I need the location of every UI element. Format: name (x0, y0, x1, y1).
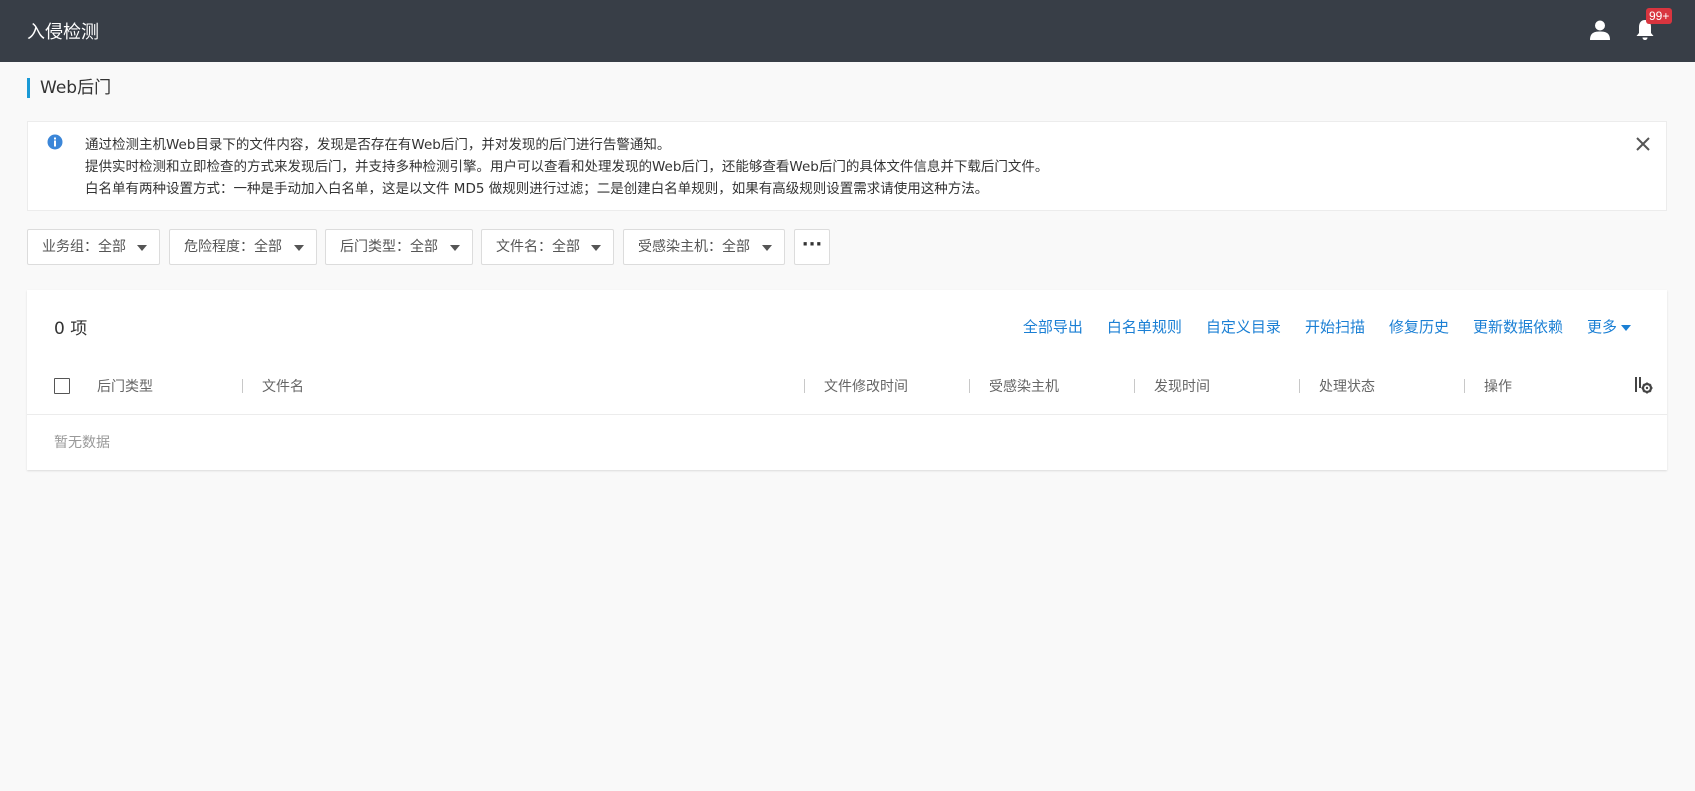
whitelist-rules-button[interactable]: 白名单规则 (1107, 316, 1182, 337)
close-icon[interactable] (1633, 134, 1653, 154)
column-header-infected-host[interactable]: 受感染主机 (989, 376, 1059, 396)
user-icon[interactable] (1589, 19, 1611, 41)
empty-state-text: 暂无数据 (54, 435, 110, 451)
filter-label: 文件名：全部 (496, 239, 580, 255)
select-all-checkbox[interactable] (54, 378, 70, 394)
filter-business-group[interactable]: 业务组：全部 (27, 229, 160, 265)
column-divider[interactable] (1299, 379, 1300, 393)
notification-badge[interactable]: 99+ (1646, 8, 1673, 24)
column-header-actions: 操作 (1484, 379, 1512, 395)
table-header: 后门类型 文件名 文件修改时间 受感染主机 发现时间 处理状态 操作 (27, 370, 1667, 415)
top-header: 入侵检测 99+ (0, 0, 1695, 62)
info-banner: 通过检测主机Web目录下的文件内容，发现是否存在有Web后门，并对发现的后门进行… (27, 121, 1667, 211)
caret-down-icon (450, 245, 460, 251)
fix-history-button[interactable]: 修复历史 (1389, 316, 1449, 337)
column-header-backdoor-type[interactable]: 后门类型 (97, 376, 153, 396)
start-scan-button[interactable]: 开始扫描 (1305, 316, 1365, 337)
column-header-discovery-time[interactable]: 发现时间 (1154, 376, 1210, 396)
table-actions: 全部导出 白名单规则 自定义目录 开始扫描 修复历史 更新数据依赖 更多 (999, 316, 1631, 337)
caret-down-icon (294, 245, 304, 251)
caret-down-icon (762, 245, 772, 251)
item-count: 0 项 (54, 319, 88, 339)
app-title: 入侵检测 (27, 22, 99, 43)
column-divider[interactable] (969, 379, 970, 393)
info-line-1: 通过检测主机Web目录下的文件内容，发现是否存在有Web后门，并对发现的后门进行… (85, 137, 671, 153)
update-data-deps-button[interactable]: 更新数据依赖 (1473, 316, 1563, 337)
more-filters-button[interactable]: ··· (794, 229, 830, 265)
table-card: 0 项 全部导出 白名单规则 自定义目录 开始扫描 修复历史 更新数据依赖 更多 后门类型 … (27, 290, 1667, 470)
column-settings-icon[interactable] (1634, 375, 1654, 395)
info-line-2: 提供实时检测和立即检查的方式来发现后门，并支持多种检测引擎。用户可以查看和处理发… (85, 159, 1049, 175)
filter-label: 危险程度：全部 (184, 239, 282, 255)
column-divider[interactable] (1464, 379, 1465, 393)
more-dropdown[interactable]: 更多 (1587, 316, 1631, 337)
caret-down-icon (137, 245, 147, 251)
info-icon (47, 134, 63, 150)
column-header-file-name[interactable]: 文件名 (262, 376, 304, 396)
export-all-button[interactable]: 全部导出 (1023, 316, 1083, 337)
custom-directory-button[interactable]: 自定义目录 (1206, 316, 1281, 337)
filter-label: 受感染主机：全部 (638, 239, 750, 255)
filter-label: 业务组：全部 (42, 239, 126, 255)
column-divider[interactable] (1134, 379, 1135, 393)
more-label: 更多 (1586, 318, 1617, 336)
caret-down-icon (1621, 324, 1631, 331)
filter-risk-level[interactable]: 危险程度：全部 (169, 229, 317, 265)
info-line-3: 白名单有两种设置方式：一种是手动加入白名单，这是以文件 MD5 做规则进行过滤；… (85, 181, 989, 197)
column-divider[interactable] (804, 379, 805, 393)
filter-label: 后门类型：全部 (340, 239, 438, 255)
filter-infected-host[interactable]: 受感染主机：全部 (623, 229, 785, 265)
filter-backdoor-type[interactable]: 后门类型：全部 (325, 229, 473, 265)
caret-down-icon (591, 245, 601, 251)
column-divider[interactable] (242, 379, 243, 393)
filter-file-name[interactable]: 文件名：全部 (481, 229, 614, 265)
column-header-file-modified-time[interactable]: 文件修改时间 (824, 376, 908, 396)
column-header-status[interactable]: 处理状态 (1319, 376, 1375, 396)
page-title: Web后门 (27, 78, 111, 98)
